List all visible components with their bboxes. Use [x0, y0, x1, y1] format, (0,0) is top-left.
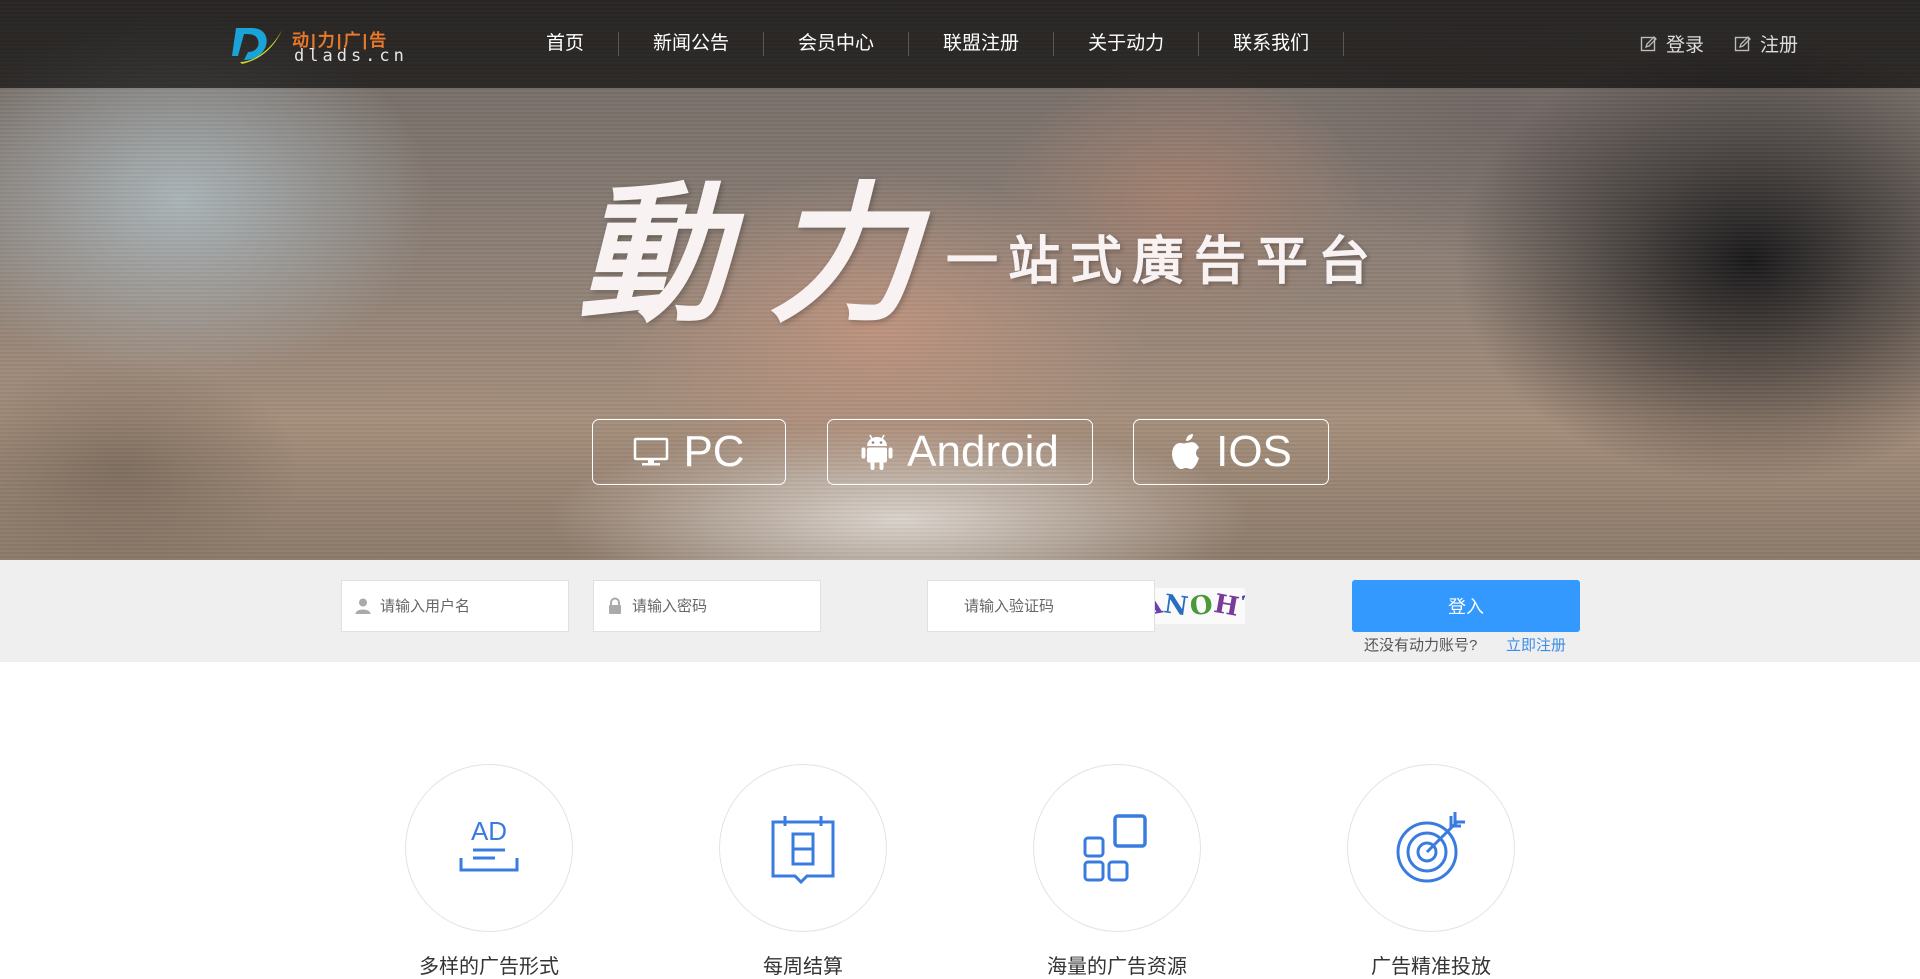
- feature-ad-resources: 海量的广告资源: [1033, 764, 1201, 978]
- feature-label: 每周结算: [763, 956, 843, 978]
- ios-platform-button[interactable]: IOS: [1133, 419, 1329, 485]
- pc-platform-label: PC: [683, 427, 745, 476]
- android-platform-button[interactable]: Android: [827, 419, 1093, 485]
- slogan-char-2: 力: [768, 167, 919, 343]
- slogan-char-1: 動: [578, 167, 729, 343]
- auth-links: 登录 注册: [1640, 30, 1798, 57]
- top-navbar: 动|力|广|告 dlads.cn 首页 新闻公告 会员中心 联盟注册 关于动力 …: [0, 0, 1920, 88]
- nav-item-home[interactable]: 首页: [516, 32, 620, 56]
- logo-mark-icon: [232, 28, 282, 64]
- nav-item-news[interactable]: 新闻公告: [619, 32, 765, 56]
- target-icon: [1396, 812, 1465, 883]
- feature-circle: [1033, 764, 1201, 932]
- register-now-link[interactable]: 立即注册: [1506, 634, 1566, 655]
- apple-icon: [1172, 434, 1200, 469]
- logo-domain-text: dlads.cn: [294, 46, 408, 66]
- feature-precise-targeting: 广告精准投放: [1347, 764, 1515, 978]
- nav-item-member-center[interactable]: 会员中心: [764, 32, 910, 56]
- password-field: [593, 580, 821, 632]
- lock-icon: [609, 597, 621, 614]
- nav-item-contact[interactable]: 联系我们: [1199, 32, 1345, 56]
- captcha-field: [927, 580, 1155, 632]
- user-icon: [355, 598, 371, 614]
- android-icon: [861, 434, 893, 470]
- feature-ad-formats: AD 多样的广告形式: [405, 764, 573, 978]
- captcha-image[interactable]: A N O H ?: [1155, 588, 1245, 624]
- login-submit-button[interactable]: 登入: [1352, 580, 1580, 632]
- ios-platform-label: IOS: [1216, 427, 1292, 476]
- hero-slogan: 動 力 一站式廣告平台: [578, 167, 1370, 350]
- calendar-icon: [771, 816, 835, 884]
- monitor-icon: [634, 437, 669, 466]
- edit-icon: [1640, 35, 1657, 51]
- feature-label: 海量的广告资源: [1047, 956, 1187, 978]
- register-link[interactable]: 注册: [1734, 30, 1798, 57]
- nav-item-about[interactable]: 关于动力: [1054, 32, 1200, 56]
- captcha-char: N: [1162, 589, 1192, 623]
- password-input[interactable]: [632, 581, 820, 631]
- feature-circle: [1347, 764, 1515, 932]
- feature-label: 多样的广告形式: [419, 956, 559, 978]
- register-link-label: 注册: [1759, 35, 1798, 56]
- edit-icon: [1734, 35, 1751, 51]
- android-platform-label: Android: [907, 427, 1059, 476]
- no-account-text: 还没有动力账号?: [1364, 637, 1478, 654]
- site-logo[interactable]: 动|力|广|告 dlads.cn: [230, 22, 410, 68]
- slogan-subtitle: 一站式廣告平台: [946, 231, 1381, 292]
- feature-circle: [719, 764, 887, 932]
- login-bar: A N O H ? 登入 还没有动力账号? 立即注册: [0, 560, 1920, 662]
- feature-label: 广告精准投放: [1371, 956, 1491, 978]
- grid-apps-icon: [1083, 814, 1147, 882]
- feature-circle: AD: [405, 764, 573, 932]
- nav-item-alliance-register[interactable]: 联盟注册: [909, 32, 1055, 56]
- captcha-input[interactable]: [964, 581, 1154, 631]
- login-link-label: 登录: [1665, 35, 1704, 56]
- captcha-char: H: [1212, 588, 1244, 624]
- svg-text:AD: AD: [471, 816, 507, 846]
- feature-weekly-settlement: 每周结算: [719, 764, 887, 978]
- username-field: [341, 580, 569, 632]
- captcha-char: ?: [1239, 590, 1245, 622]
- ad-icon: AD: [459, 816, 519, 872]
- login-link[interactable]: 登录: [1640, 30, 1704, 57]
- main-nav: 首页 新闻公告 会员中心 联盟注册 关于动力 联系我们: [516, 0, 1345, 88]
- pc-platform-button[interactable]: PC: [592, 419, 786, 485]
- username-input[interactable]: [380, 581, 568, 631]
